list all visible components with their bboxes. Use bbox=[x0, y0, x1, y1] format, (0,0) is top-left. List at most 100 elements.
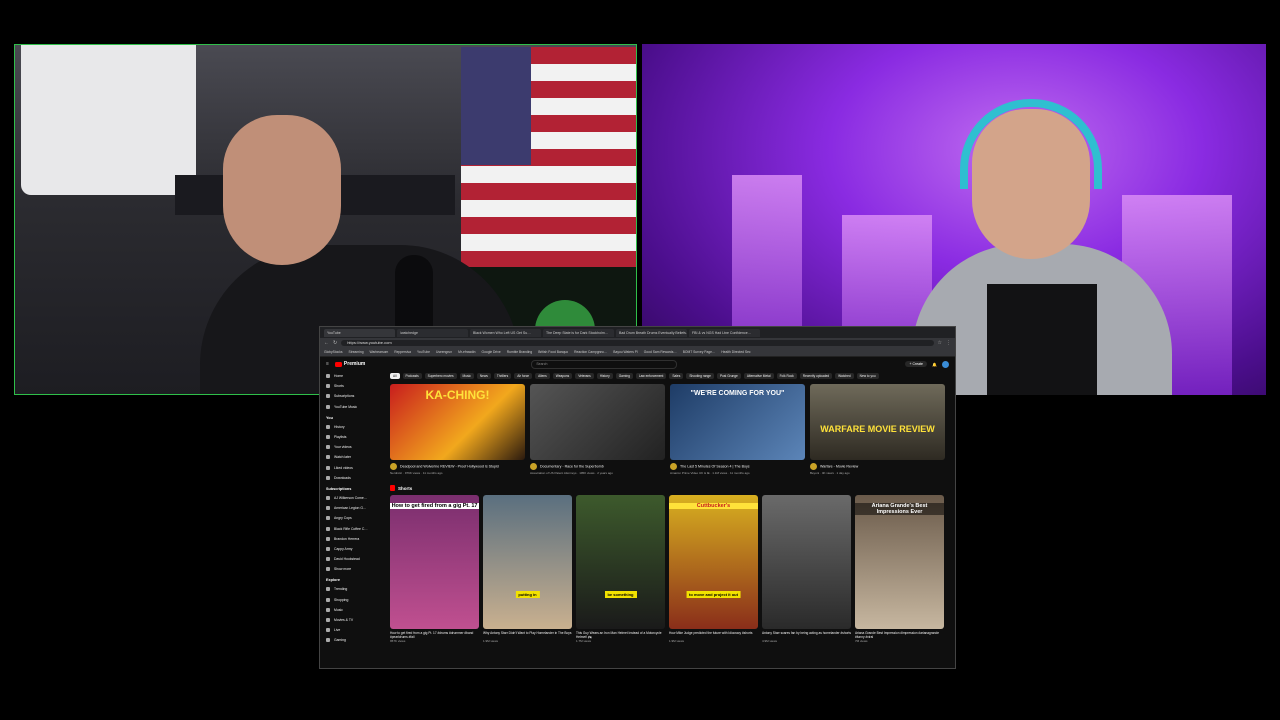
browser-tab[interactable]: YouTube bbox=[324, 328, 395, 337]
short-thumbnail[interactable]: Cuttbucker's to move and project it out bbox=[669, 495, 758, 629]
sidebar-item[interactable]: YouTube Music bbox=[326, 402, 386, 412]
sidebar-item[interactable]: David Hookstead bbox=[326, 554, 386, 564]
short-card[interactable]: Antony Starr scares fan by being acting … bbox=[762, 495, 851, 643]
avatar[interactable] bbox=[942, 360, 949, 368]
short-thumbnail[interactable]: be something bbox=[576, 495, 665, 629]
channel-avatar[interactable] bbox=[810, 463, 817, 470]
sidebar-section-you[interactable]: You bbox=[326, 414, 386, 422]
video-card[interactable]: WARFARE MOVIE REVIEW Warfare - Movie Revi… bbox=[810, 384, 945, 475]
filter-chip[interactable]: Gaming bbox=[615, 372, 633, 379]
bookmark-item[interactable]: Reppersiva bbox=[394, 350, 411, 354]
bookmark-item[interactable]: YouTube bbox=[417, 350, 430, 354]
browser-tab[interactable]: The Deep State is for Dark Stockholm… bbox=[543, 328, 614, 337]
url-field[interactable]: https://www.youtube.com bbox=[341, 340, 934, 346]
browser-tab[interactable]: Black Women Who Left US Get Su… bbox=[470, 328, 541, 337]
sidebar-item[interactable]: Home bbox=[326, 371, 386, 381]
short-thumbnail[interactable]: Ariana Grande's Best Impressions Ever bbox=[855, 495, 944, 629]
search-input[interactable]: Search bbox=[531, 359, 678, 369]
filter-chip[interactable]: Podcasts bbox=[402, 372, 422, 379]
browser-tab[interactable]: /watchedge bbox=[397, 328, 468, 337]
filter-chip[interactable]: Alternative Metal bbox=[743, 372, 774, 379]
sidebar-item[interactable]: Liked videos bbox=[326, 463, 386, 473]
filter-chip[interactable]: Thrillers bbox=[493, 372, 512, 379]
sidebar-item[interactable]: Downloads bbox=[326, 473, 386, 483]
sidebar-item[interactable]: History bbox=[326, 422, 386, 432]
filter-chip[interactable]: Music bbox=[459, 372, 474, 379]
short-title[interactable]: Why Antony Starr Didn't Want to Play Hom… bbox=[483, 631, 572, 639]
bookmark-item[interactable]: Bayou Waters Pl bbox=[613, 350, 637, 354]
filter-chip[interactable]: Shooting range bbox=[686, 372, 714, 379]
short-card[interactable]: Ariana Grande's Best Impressions Ever Ari… bbox=[855, 495, 944, 643]
sidebar-item[interactable]: Watch later bbox=[326, 452, 386, 462]
video-title[interactable]: Deadpool and Wolverine REVIEW - Proof Ho… bbox=[390, 463, 525, 470]
sidebar-item[interactable]: Trending bbox=[326, 584, 386, 594]
video-thumbnail[interactable]: KA-CHING! bbox=[390, 384, 525, 460]
hamburger-icon[interactable]: ≡ bbox=[326, 361, 329, 367]
sidebar-item[interactable]: Subscriptions bbox=[326, 391, 386, 401]
sidebar-item[interactable]: Playlists bbox=[326, 432, 386, 442]
filter-chip[interactable]: Air force bbox=[514, 372, 533, 379]
sidebar-item[interactable]: Music bbox=[326, 605, 386, 615]
browser-tab[interactable]: Bad Drum Breath Drums Eventually Beliefs… bbox=[616, 328, 687, 337]
channel-avatar[interactable] bbox=[390, 463, 397, 470]
bookmark-item[interactable]: GlobyStocks bbox=[324, 350, 343, 354]
short-card[interactable]: How to get fired from a gig Pt. 17 How to… bbox=[390, 495, 479, 643]
bookmark-item[interactable]: Streaming bbox=[349, 350, 364, 354]
filter-chip[interactable]: Folk Rock bbox=[776, 372, 797, 379]
bell-icon[interactable]: 🔔 bbox=[932, 362, 937, 367]
channel-avatar[interactable] bbox=[670, 463, 677, 470]
video-card[interactable]: "WE'RE COMING FOR YOU" The Last 5 Minutes… bbox=[670, 384, 805, 475]
filter-chip[interactable]: New to you bbox=[856, 372, 879, 379]
sidebar-item[interactable]: Your videos bbox=[326, 442, 386, 452]
bookmark-item[interactable]: Warbearsom bbox=[370, 350, 389, 354]
video-thumbnail[interactable]: WARFARE MOVIE REVIEW bbox=[810, 384, 945, 460]
filter-chip[interactable]: Recently uploaded bbox=[799, 372, 833, 379]
sidebar-item[interactable]: Shorts bbox=[326, 381, 386, 391]
back-icon[interactable]: ← bbox=[324, 340, 329, 346]
menu-icon[interactable]: ⋮ bbox=[946, 340, 951, 346]
filter-chip[interactable]: All bbox=[390, 372, 400, 379]
filter-chip[interactable]: Veterans bbox=[575, 372, 594, 379]
video-card[interactable]: Documentary - Race for the Superbomb Asso… bbox=[530, 384, 665, 475]
filter-chip[interactable]: Watched bbox=[835, 372, 854, 379]
browser-tab[interactable]: FBI & vs NGS Had Ltne Confidence… bbox=[689, 328, 760, 337]
filter-chip[interactable]: History bbox=[596, 372, 613, 379]
sidebar-item[interactable]: AJ Wilkerson Come… bbox=[326, 493, 386, 503]
video-thumbnail[interactable] bbox=[530, 384, 665, 460]
bookmark-item[interactable]: Useengrun bbox=[436, 350, 452, 354]
short-title[interactable]: This Guy Wears an Iron Man Helmet Instea… bbox=[576, 631, 665, 639]
bookmark-item[interactable]: Good Sam Rewards… bbox=[644, 350, 677, 354]
sidebar-item[interactable]: Black Rifle Coffee C… bbox=[326, 523, 386, 533]
bookmark-item[interactable]: Google Drive bbox=[482, 350, 501, 354]
filter-chip[interactable]: Superhero movies bbox=[424, 372, 457, 379]
short-thumbnail[interactable]: How to get fired from a gig Pt. 17 bbox=[390, 495, 479, 629]
star-icon[interactable]: ☆ bbox=[938, 340, 942, 346]
short-title[interactable]: Ariana Grande Best Impression #impressio… bbox=[855, 631, 944, 639]
bookmark-item[interactable]: BOMT Survey Page… bbox=[683, 350, 716, 354]
video-title[interactable]: The Last 5 Minutes Of Season 4 | The Boy… bbox=[670, 463, 805, 470]
short-card[interactable]: putting in Why Antony Starr Didn't Want t… bbox=[483, 495, 572, 643]
filter-chip[interactable]: Aliens bbox=[535, 372, 550, 379]
sidebar-item[interactable]: Brandon Herrera bbox=[326, 534, 386, 544]
video-title[interactable]: Warfare - Movie Review bbox=[810, 463, 945, 470]
short-card[interactable]: be something This Guy Wears an Iron Man H… bbox=[576, 495, 665, 643]
short-card[interactable]: Cuttbucker's to move and project it out Ho… bbox=[669, 495, 758, 643]
bookmark-item[interactable]: Health Directed Sec bbox=[721, 350, 750, 354]
sidebar-item[interactable]: Live bbox=[326, 625, 386, 635]
short-title[interactable]: How to get fired from a gig Pt. 17 #drum… bbox=[390, 631, 479, 639]
browser-window[interactable]: YouTube /watchedge Black Women Who Left … bbox=[319, 326, 956, 669]
sidebar-item[interactable]: Shopping bbox=[326, 595, 386, 605]
bookmark-item[interactable]: Rumble Branding bbox=[507, 350, 532, 354]
bookmark-item[interactable]: British Food Banquo bbox=[538, 350, 568, 354]
filter-chip[interactable]: Post Grunge bbox=[716, 372, 741, 379]
bookmark-item[interactable]: Mr-efrawdin bbox=[458, 350, 475, 354]
sidebar-item[interactable]: Cappy Army bbox=[326, 544, 386, 554]
video-card[interactable]: KA-CHING! Deadpool and Wolverine REVIEW -… bbox=[390, 384, 525, 475]
sidebar-item[interactable]: Gaming bbox=[326, 635, 386, 645]
video-title[interactable]: Documentary - Race for the Superbomb bbox=[530, 463, 665, 470]
short-title[interactable]: Antony Starr scares fan by being acting … bbox=[762, 631, 851, 639]
short-thumbnail[interactable] bbox=[762, 495, 851, 629]
sidebar-item[interactable]: Angry Cops bbox=[326, 513, 386, 523]
short-title[interactable]: How Mike Judge predicted the future with… bbox=[669, 631, 758, 639]
filter-chip[interactable]: Law enforcement bbox=[635, 372, 667, 379]
